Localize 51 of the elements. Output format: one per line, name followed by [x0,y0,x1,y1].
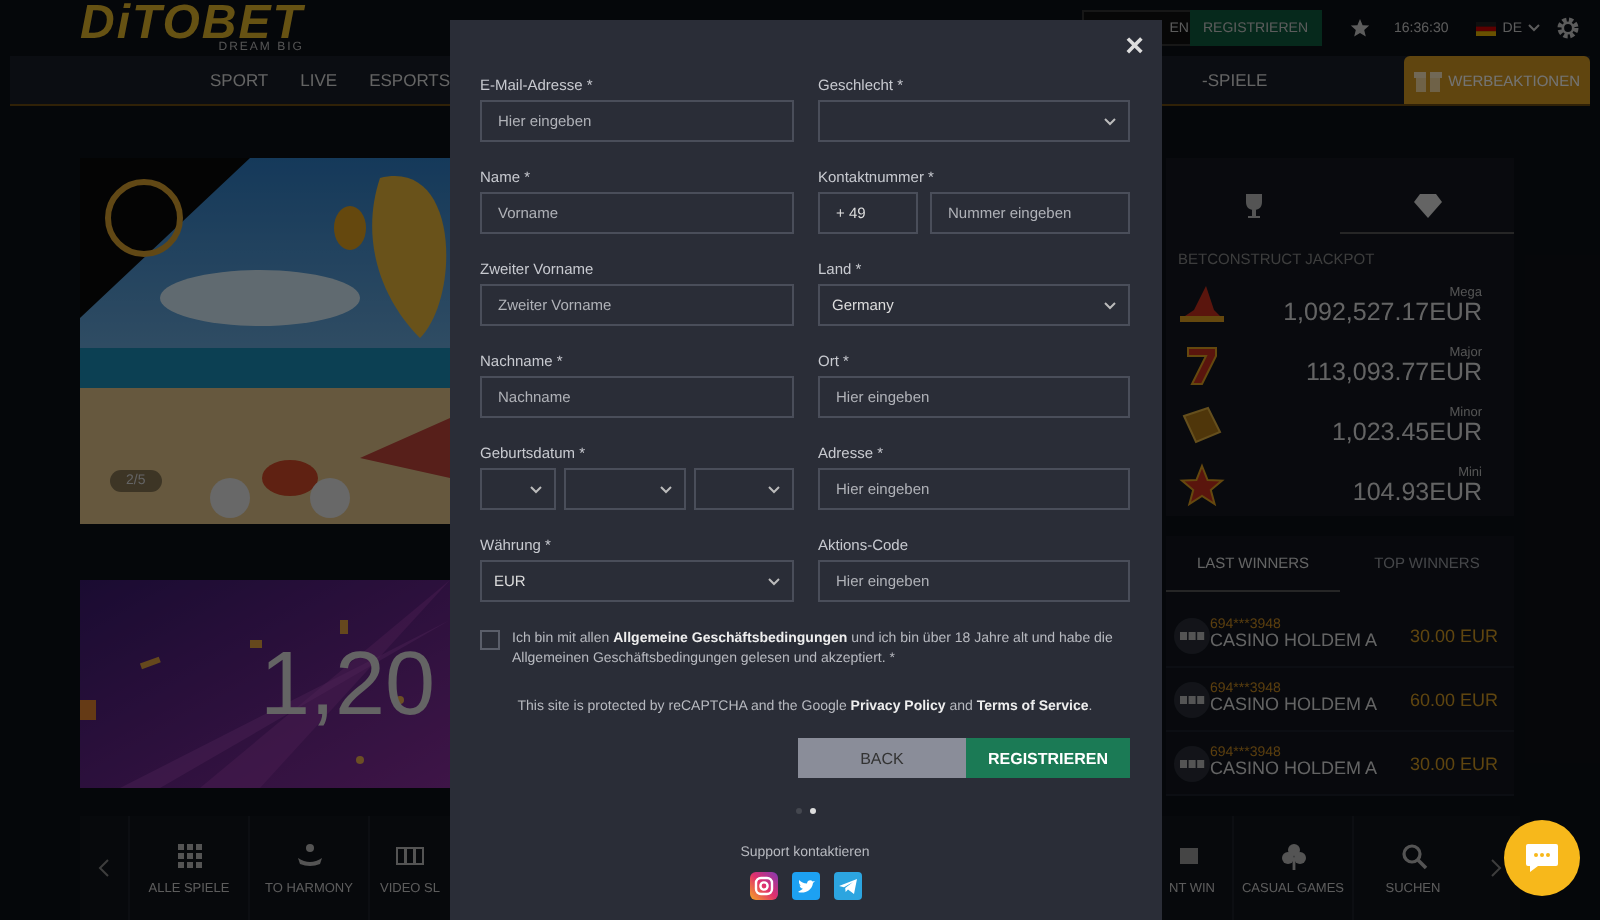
caret-icon [1104,117,1116,125]
winner-amount: 30.00 EUR [1409,753,1498,773]
jackpot-amount: 1,023.45EUR [1331,420,1482,445]
diamond-icon [1413,191,1441,219]
chat-icon [1524,842,1560,874]
game-badge-icon [1174,745,1210,781]
jackpot-amount: 1,092,527.17EUR [1283,300,1482,325]
search-icon [1399,841,1427,869]
jackpot-amount: 113,093.77EUR [1305,360,1482,385]
select-field[interactable] [564,468,686,510]
jackpot-amount: 1,20 [260,632,436,736]
bird-icon[interactable] [791,872,819,900]
settings-icon[interactable] [1556,16,1580,40]
winner-game: CASINO HOLDEM A [1210,696,1378,717]
checkbox[interactable] [480,630,500,650]
game-badge-icon [1174,617,1210,653]
caret-icon [530,485,542,493]
select-field[interactable] [480,468,556,510]
paper-plane-icon[interactable] [833,872,861,900]
nav-link[interactable]: SPORT [194,70,285,90]
chevron-left-icon[interactable] [98,858,110,878]
grid-icon [175,841,203,869]
caret-icon [1528,24,1540,32]
star-icon [1178,462,1226,510]
winner-game: CASINO HOLDEM A [1210,760,1378,781]
winner-game: CASINO HOLDEM A [1210,632,1378,653]
game-badge-icon [1174,681,1210,717]
close-button[interactable]: × [1125,32,1144,64]
jackpot-amount: 104.93EUR [1352,480,1482,505]
slot-reels-icon [396,841,424,869]
winner-amount: 60.00 EUR [1409,689,1498,709]
flag-icon [1476,21,1497,35]
caret-icon [660,485,672,493]
chat-button[interactable] [1504,820,1580,896]
step-dot[interactable] [809,808,815,814]
clover-icon [1279,841,1307,869]
nav-link[interactable]: -SPIELE [1186,70,1284,90]
select-field[interactable] [694,468,794,510]
caret-icon [1104,301,1116,309]
gift-icon [1414,66,1443,94]
select-field[interactable] [818,100,1130,142]
caret-icon [768,577,780,585]
star-icon[interactable] [1350,18,1371,38]
nav-link[interactable]: LIVE [284,70,354,90]
register-button[interactable]: REGISTRIEREN [966,738,1130,778]
back-button[interactable]: BACK [798,738,966,778]
logo[interactable]: DiTOBET [80,3,304,41]
winner-amount: 30.00 EUR [1409,625,1498,645]
instagram-icon[interactable] [749,872,777,900]
caret-icon [768,485,780,493]
chevron-right-icon[interactable] [1490,858,1502,878]
